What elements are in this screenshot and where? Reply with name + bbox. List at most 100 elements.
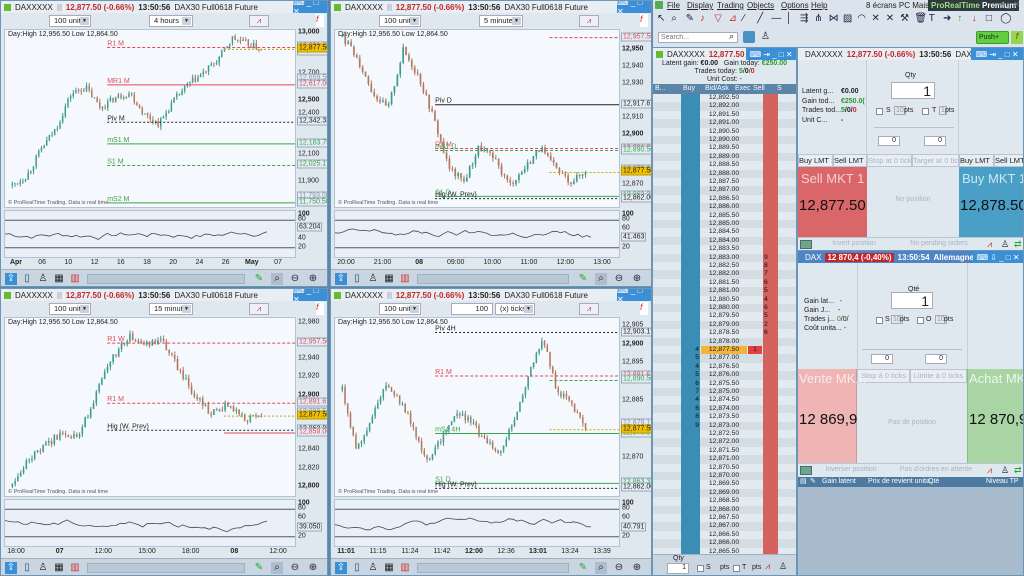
- dom-row[interactable]: 12,868.50: [653, 497, 796, 506]
- sell-cell[interactable]: 6: [763, 278, 778, 288]
- buy-cell[interactable]: [681, 430, 700, 439]
- layout-icon[interactable]: ▯: [351, 273, 363, 285]
- draw-icon[interactable]: ✎: [577, 273, 589, 285]
- sell-cell[interactable]: [763, 194, 778, 204]
- buy-cell[interactable]: 7: [681, 388, 700, 397]
- window-controls[interactable]: ⌨ ⇩ _ □ ✕: [973, 251, 1023, 263]
- dom-row[interactable]: 12,888.50: [653, 161, 796, 170]
- buy-cell[interactable]: [681, 228, 700, 237]
- sell-cell[interactable]: [763, 463, 778, 472]
- column-header[interactable]: Niveau TP: [986, 477, 1019, 487]
- stop-button[interactable]: Stop at 0 ticks: [867, 154, 912, 167]
- sell-cell[interactable]: [763, 127, 778, 136]
- target-checkbox[interactable]: [733, 565, 740, 572]
- push-button[interactable]: Push+: [976, 31, 1009, 44]
- buy-cell[interactable]: [681, 497, 700, 506]
- zoom-out-icon[interactable]: ⊖: [289, 273, 301, 285]
- price-chart[interactable]: Day:High 12,956.50 Low 12,864.50 © ProRea…: [334, 29, 620, 208]
- buy-cell[interactable]: [681, 186, 700, 195]
- sell-cell[interactable]: [763, 497, 778, 506]
- dom-row[interactable]: 12,869.50: [653, 480, 796, 489]
- menu-options[interactable]: Options: [781, 1, 809, 10]
- buy-cell[interactable]: [681, 287, 700, 296]
- oscillator-panel[interactable]: [4, 499, 296, 547]
- indicators-icon[interactable]: ⩘: [249, 303, 269, 315]
- arrow-right-tool-icon[interactable]: ➜: [943, 13, 951, 24]
- sell-cell[interactable]: 6: [763, 329, 778, 338]
- sell-cell[interactable]: [763, 455, 778, 464]
- sell-market-button[interactable]: Sell MKT 1 12,877.50: [798, 167, 867, 237]
- target-ticks-spinner[interactable]: 0: [924, 136, 946, 146]
- buy-cell[interactable]: [681, 110, 700, 120]
- horizontal-scrollbar[interactable]: [417, 274, 569, 284]
- column-header[interactable]: Qté: [928, 477, 939, 487]
- dom-row[interactable]: 4 12,876.50: [653, 362, 796, 372]
- price-axis[interactable]: 12,980 12,940 12,920 12,900 12,840 12,820 12,8…: [296, 317, 327, 497]
- chart-type-icon[interactable]: [334, 3, 341, 11]
- buy-cell[interactable]: [681, 505, 700, 514]
- buy-cell[interactable]: [681, 446, 700, 456]
- dom-row[interactable]: 12,886.50: [653, 194, 796, 204]
- dom-row[interactable]: 12,887.00: [653, 186, 796, 195]
- target-button[interactable]: Target at 0 ticks: [912, 154, 959, 167]
- dom-row[interactable]: 12,867.50: [653, 514, 796, 523]
- symbol-label[interactable]: DAX: [805, 253, 821, 262]
- oscillator-panel[interactable]: [334, 499, 620, 547]
- col-bidask-header[interactable]: Bid/Ask: [705, 84, 729, 94]
- buy-cell[interactable]: [681, 136, 700, 145]
- dom-row[interactable]: 12,880.50 4: [653, 295, 796, 304]
- sell-market-button[interactable]: Vente MK... 12 869,9: [798, 369, 866, 463]
- sell-cell[interactable]: [763, 413, 778, 422]
- buy-cell[interactable]: [681, 178, 700, 187]
- grid-icon[interactable]: ▥: [69, 273, 81, 285]
- cross-tool-icon[interactable]: ✕: [872, 13, 880, 24]
- grid-icon[interactable]: [800, 240, 812, 249]
- stop-ticks-spinner[interactable]: 0: [878, 136, 900, 146]
- draw-icon[interactable]: ✎: [577, 562, 589, 574]
- sell-cell[interactable]: 8: [763, 262, 778, 271]
- sell-cell[interactable]: [763, 161, 778, 170]
- buy-cell[interactable]: [681, 480, 700, 489]
- sell-cell[interactable]: [763, 346, 778, 355]
- zoom-fit-icon[interactable]: ⌕: [595, 562, 607, 574]
- dom-row[interactable]: 12,871.00: [653, 455, 796, 464]
- buy-cell[interactable]: [681, 152, 700, 162]
- dom-row[interactable]: 12,883.00 9: [653, 253, 796, 262]
- buy-cell[interactable]: [681, 304, 700, 313]
- buy-cell[interactable]: [681, 455, 700, 464]
- sell-cell[interactable]: [763, 94, 778, 103]
- sell-cell[interactable]: [763, 211, 778, 220]
- units-select[interactable]: 100 units ▼: [49, 15, 91, 27]
- dom-row[interactable]: 12,891.50: [653, 110, 796, 120]
- sell-cell[interactable]: [763, 152, 778, 162]
- col-sell-header[interactable]: Sell: [753, 84, 765, 94]
- menu-display[interactable]: Display: [687, 1, 713, 10]
- dom-row[interactable]: 12,882.50 8: [653, 262, 796, 271]
- sell-cell[interactable]: [763, 404, 778, 414]
- settings-icon[interactable]: ✎: [810, 477, 816, 487]
- price-axis[interactable]: 12,950 12,940 12,930 12,910 12,900 12,870 12,9…: [620, 29, 651, 208]
- stop-checkbox[interactable]: [876, 108, 883, 115]
- buy-cell[interactable]: [681, 472, 700, 481]
- timeframe-select[interactable]: (x) ticks ▼: [495, 303, 535, 315]
- sell-cell[interactable]: [763, 178, 778, 187]
- qr-icon[interactable]: ▦: [53, 273, 65, 285]
- symbol-label[interactable]: DAXXXXX: [805, 50, 843, 59]
- limit-button[interactable]: Limite à 0 ticks: [910, 369, 967, 383]
- sell-cell[interactable]: [763, 438, 778, 447]
- units-select[interactable]: 100 units ▼: [379, 303, 421, 315]
- layout-icon[interactable]: ▯: [21, 273, 33, 285]
- sell-cell[interactable]: [763, 539, 778, 548]
- tick-count-input[interactable]: 100: [451, 303, 493, 315]
- window-controls[interactable]: ⌨ _ □ ✕: [293, 1, 327, 16]
- buy-market-button[interactable]: Buy MKT 1 12,878.50: [959, 167, 1023, 237]
- buy-cell[interactable]: [681, 161, 700, 170]
- sell-cell[interactable]: [763, 203, 778, 212]
- invert-position-button[interactable]: Inverser position: [814, 466, 888, 473]
- grid-icon[interactable]: ▥: [399, 273, 411, 285]
- buy-cell[interactable]: 5: [681, 354, 700, 363]
- horizontal-scrollbar[interactable]: [417, 563, 569, 573]
- search-icon[interactable]: ⌕: [729, 31, 734, 42]
- line-tool-icon[interactable]: ⁄: [743, 13, 745, 24]
- symbol-label[interactable]: DAXXXXX: [345, 3, 383, 12]
